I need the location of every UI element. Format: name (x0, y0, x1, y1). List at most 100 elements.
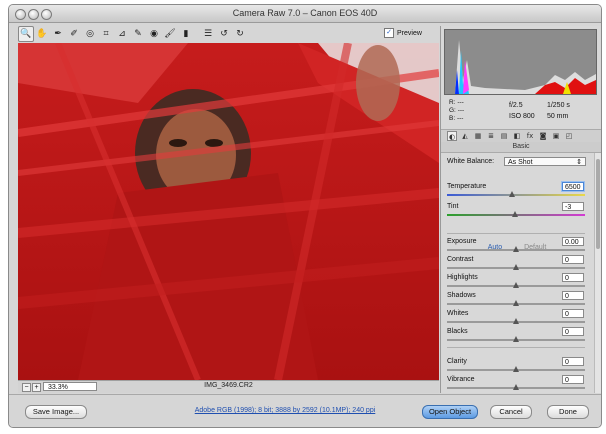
open-object-button[interactable]: Open Object (422, 405, 478, 419)
red-eye-removal-tool-icon[interactable]: ◉ (146, 26, 162, 42)
iso-value: ISO 800 (509, 113, 535, 120)
r-label: R: (449, 99, 456, 106)
whites-label: Whites (447, 310, 469, 317)
highlights-label: Highlights (447, 274, 478, 281)
tab-tone-curve[interactable]: ◭ (460, 131, 470, 141)
histogram (444, 29, 597, 95)
contrast-label: Contrast (447, 256, 474, 263)
crop-tool-icon[interactable]: ⌗ (98, 26, 114, 42)
exposure-label: Exposure (447, 238, 477, 245)
focal-length-value: 50 mm (546, 113, 569, 120)
basic-controls: White Balance: As Shot ⇕ Auto Default Tem… (441, 153, 593, 393)
rotate-left-icon[interactable]: ↺ (216, 26, 232, 42)
blacks-label: Blacks (447, 328, 468, 335)
blacks-value-field[interactable]: 0 (562, 327, 584, 336)
clarity-value-field[interactable]: 0 (562, 357, 584, 366)
highlights-value-field[interactable]: 0 (562, 273, 584, 282)
tab-split-toning[interactable]: ▤ (499, 131, 509, 141)
shadows-slider[interactable] (447, 300, 585, 306)
zoom-tool-icon[interactable]: 🔍 (18, 26, 34, 42)
rotate-right-icon[interactable]: ↻ (232, 26, 248, 42)
highlights-slider-thumb[interactable] (513, 282, 519, 288)
tab-hsl[interactable]: ≣ (486, 131, 496, 141)
tab-camera-calibration[interactable]: ◙ (538, 131, 548, 141)
aperture-value: f/2.5 (509, 102, 523, 109)
tab-detail[interactable]: ▦ (473, 131, 483, 141)
cancel-button[interactable]: Cancel (490, 405, 532, 419)
done-button[interactable]: Done (547, 405, 589, 419)
whites-value-field[interactable]: 0 (562, 309, 584, 318)
temperature-slider[interactable] (447, 191, 585, 197)
b-value: --- (456, 115, 464, 122)
tint-value-field[interactable]: -3 (562, 202, 584, 211)
window-title: Camera Raw 7.0 – Canon EOS 40D (232, 8, 378, 18)
color-sampler-tool-icon[interactable]: ✐ (66, 26, 82, 42)
vibrance-label: Vibrance (447, 376, 475, 383)
file-name: IMG_3469.CR2 (204, 382, 253, 389)
save-image-button[interactable]: Save Image... (25, 405, 87, 419)
histogram-graph (455, 40, 596, 94)
shutter-value: 1/250 s (546, 102, 570, 109)
exposure-slider-thumb[interactable] (513, 246, 519, 252)
graduated-filter-icon[interactable]: ▮ (178, 26, 194, 42)
blacks-slider-thumb[interactable] (513, 336, 519, 342)
clarity-label: Clarity (447, 358, 467, 365)
temperature-label: Temperature (447, 183, 487, 190)
tab-presets[interactable]: ▣ (551, 131, 561, 141)
r-value: --- (457, 99, 464, 106)
temperature-value-field[interactable]: 6500 (562, 182, 584, 191)
vibrance-value-field[interactable]: 0 (562, 375, 584, 384)
tint-slider[interactable] (447, 211, 585, 217)
camera-raw-window: Camera Raw 7.0 – Canon EOS 40D 🔍 ✋ ✒ ✐ ◎ ⌗ ⊿ ✎ ◉… (8, 4, 602, 428)
hand-tool-icon[interactable]: ✋ (34, 26, 50, 42)
rgb-readout: R: --- G: --- B: --- (449, 99, 464, 123)
contrast-value-field[interactable]: 0 (562, 255, 584, 264)
white-balance-select[interactable]: As Shot ⇕ (504, 157, 586, 166)
basic-section-title: Basic (441, 142, 601, 153)
highlights-slider[interactable] (447, 282, 585, 288)
image-preview[interactable] (18, 43, 439, 380)
clarity-slider[interactable] (447, 366, 585, 372)
temperature-slider-thumb[interactable] (508, 191, 515, 197)
shadows-value-field[interactable]: 0 (562, 291, 584, 300)
whites-slider-thumb[interactable] (513, 318, 519, 324)
g-label: G: (449, 107, 456, 114)
chevron-down-icon: ⇕ (576, 159, 582, 166)
b-label: B: (449, 115, 456, 122)
tint-label: Tint (447, 203, 459, 210)
tab-lens-corrections[interactable]: ◧ (512, 131, 522, 141)
workflow-options-link[interactable]: Adobe RGB (1998); 8 bit; 3888 by 2592 (1… (172, 407, 398, 414)
vibrance-slider[interactable] (447, 384, 585, 390)
shadows-slider-thumb[interactable] (513, 300, 519, 306)
preview-toggle[interactable]: ✓ Preview (384, 28, 422, 38)
targeted-adjustment-tool-icon[interactable]: ◎ (82, 26, 98, 42)
spot-removal-tool-icon[interactable]: ✎ (130, 26, 146, 42)
tab-snapshots[interactable]: ◰ (564, 131, 574, 141)
section-divider (447, 347, 585, 348)
g-value: --- (457, 107, 465, 114)
title-bar: Camera Raw 7.0 – Canon EOS 40D (9, 5, 601, 23)
tab-basic[interactable]: ◐ (447, 131, 457, 141)
contrast-slider-thumb[interactable] (513, 264, 519, 270)
tab-effects[interactable]: fx (525, 131, 535, 141)
exposure-value-field[interactable]: 0.00 (562, 237, 584, 246)
white-balance-tool-icon[interactable]: ✒ (50, 26, 66, 42)
clarity-slider-thumb[interactable] (513, 366, 519, 372)
straighten-tool-icon[interactable]: ⊿ (114, 26, 130, 42)
status-bar: − + 33.3% IMG_3469.CR2 (18, 380, 439, 393)
tint-slider-thumb[interactable] (511, 211, 518, 217)
white-balance-label: White Balance: (447, 158, 495, 165)
panel-scrollbar[interactable] (594, 153, 601, 393)
shadows-label: Shadows (447, 292, 476, 299)
adjustment-brush-icon[interactable]: 🖌 (162, 26, 178, 42)
exposure-slider[interactable] (447, 246, 585, 252)
preview-checkbox[interactable]: ✓ (384, 28, 394, 38)
section-divider (447, 233, 585, 234)
vibrance-slider-thumb[interactable] (513, 384, 519, 390)
blacks-slider[interactable] (447, 336, 585, 342)
whites-slider[interactable] (447, 318, 585, 324)
right-panel: R: --- G: --- B: --- f/2.5 1/250 s ISO 8… (440, 26, 601, 393)
contrast-slider[interactable] (447, 264, 585, 270)
preferences-icon[interactable]: ☰ (200, 26, 216, 42)
scroll-thumb[interactable] (596, 159, 600, 249)
